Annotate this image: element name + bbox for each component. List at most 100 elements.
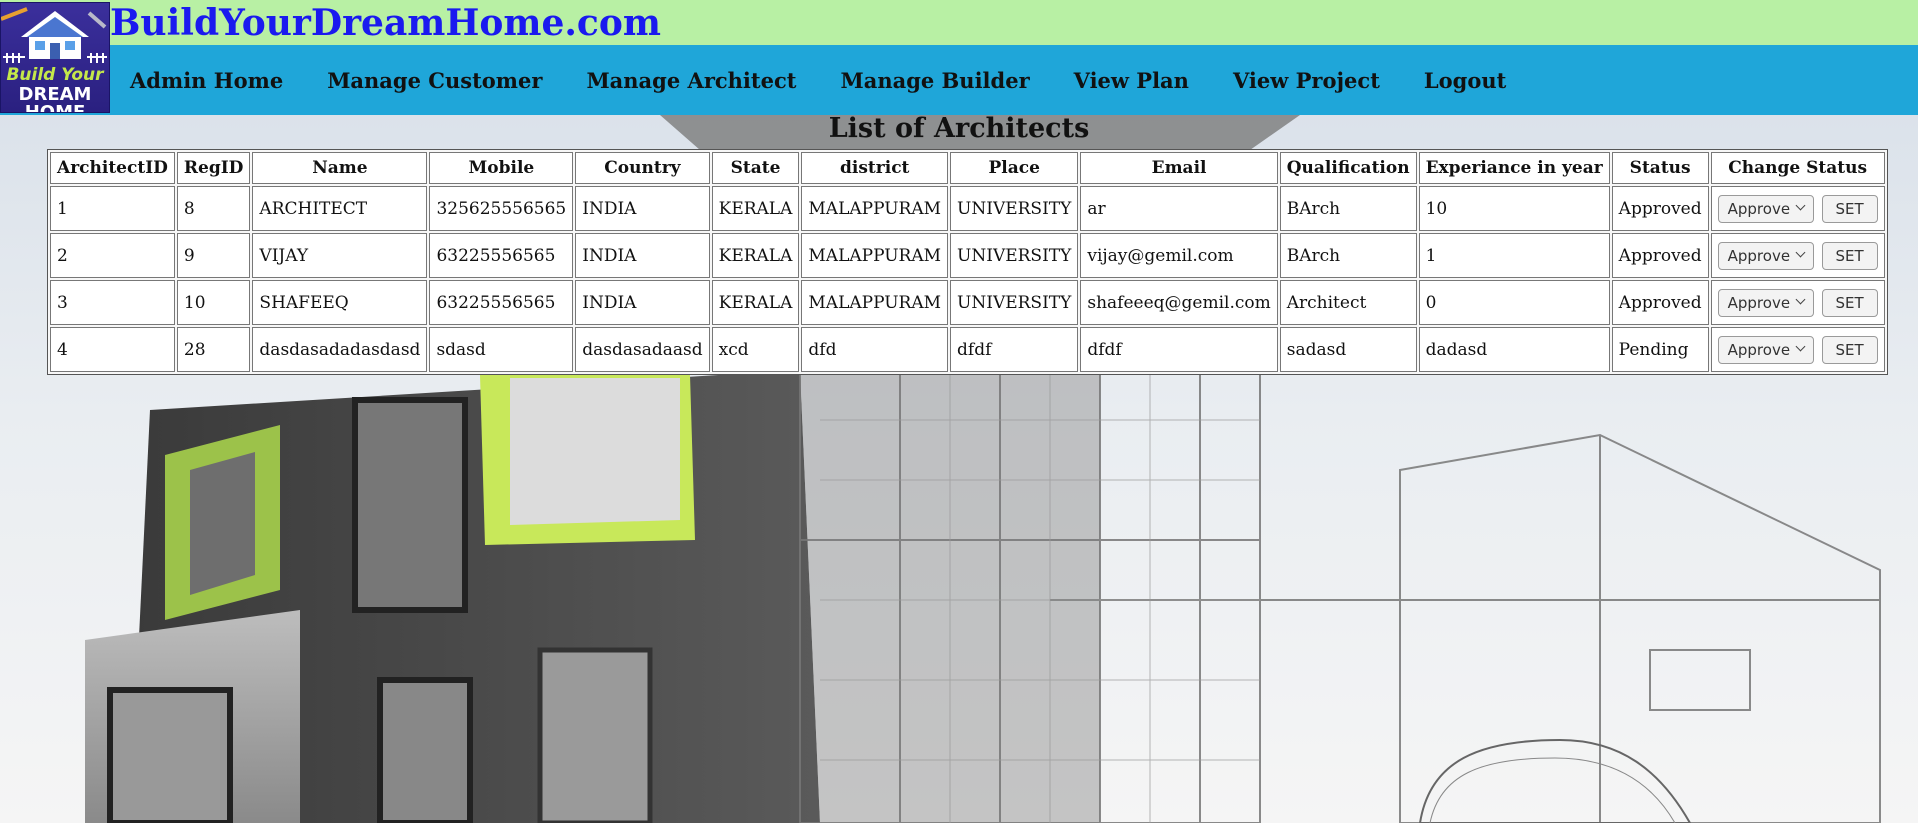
top-banner: BuildYourDreamHome.com <box>0 0 1918 45</box>
nav-item-admin-home[interactable]: Admin Home <box>130 68 283 93</box>
cell-architect-id: 2 <box>50 233 175 278</box>
status-select-value: Approve <box>1727 293 1791 312</box>
house-icon <box>1 7 107 63</box>
cell-reg-id: 9 <box>176 233 251 278</box>
logo-text-line2: DREAM HOME <box>18 84 92 113</box>
cell-mobile: sdasd <box>429 327 574 372</box>
nav-item-view-plan[interactable]: View Plan <box>1074 68 1189 93</box>
chevron-down-icon <box>1795 341 1806 351</box>
col-header-change-status: Change Status <box>1710 152 1885 184</box>
cell-status: Approved <box>1611 280 1709 325</box>
cell-architect-id: 1 <box>50 186 175 231</box>
cell-change-status: Approve SET <box>1710 327 1885 372</box>
status-select[interactable]: Approve <box>1717 241 1814 270</box>
cell-email: vijay@gemil.com <box>1080 233 1278 278</box>
col-header-architect-id: ArchitectID <box>50 152 175 184</box>
cell-place: UNIVERSITY <box>950 233 1079 278</box>
cell-change-status: Approve SET <box>1710 280 1885 325</box>
chevron-down-icon <box>1795 294 1806 304</box>
cell-reg-id: 28 <box>176 327 251 372</box>
cell-reg-id: 8 <box>176 186 251 231</box>
cell-district: dfd <box>801 327 949 372</box>
nav-item-manage-architect[interactable]: Manage Architect <box>586 68 796 93</box>
cell-state: KERALA <box>711 186 800 231</box>
col-header-qualification: Qualification <box>1279 152 1417 184</box>
cell-country: INDIA <box>575 186 710 231</box>
col-header-name: Name <box>252 152 428 184</box>
nav-item-logout[interactable]: Logout <box>1424 68 1506 93</box>
status-select[interactable]: Approve <box>1717 335 1814 364</box>
col-header-status: Status <box>1611 152 1709 184</box>
cell-architect-id: 3 <box>50 280 175 325</box>
col-header-reg-id: RegID <box>176 152 251 184</box>
cell-status: Pending <box>1611 327 1709 372</box>
cell-status: Approved <box>1611 233 1709 278</box>
col-header-mobile: Mobile <box>429 152 574 184</box>
cell-district: MALAPPURAM <box>801 280 949 325</box>
cell-qualification: Architect <box>1279 280 1417 325</box>
set-button[interactable]: SET <box>1821 241 1878 270</box>
cell-change-status: Approve SET <box>1710 186 1885 231</box>
nav-item-manage-builder[interactable]: Manage Builder <box>840 68 1029 93</box>
set-button[interactable]: SET <box>1821 194 1878 223</box>
cell-email: shafeeeq@gemil.com <box>1080 280 1278 325</box>
status-select-value: Approve <box>1727 340 1791 359</box>
cell-state: xcd <box>711 327 800 372</box>
cell-qualification: BArch <box>1279 233 1417 278</box>
col-header-place: Place <box>950 152 1079 184</box>
cell-mobile: 63225556565 <box>429 280 574 325</box>
page-title: List of Architects <box>828 113 1090 144</box>
table-row: 1 8 ARCHITECT 325625556565 INDIA KERALA … <box>50 186 1885 231</box>
table-row: 4 28 dasdasadadasdasd sdasd dasdasadaasd… <box>50 327 1885 372</box>
cell-place: dfdf <box>950 327 1079 372</box>
col-header-country: Country <box>575 152 710 184</box>
status-select-value: Approve <box>1727 199 1791 218</box>
cell-place: UNIVERSITY <box>950 186 1079 231</box>
cell-state: KERALA <box>711 233 800 278</box>
col-header-district: district <box>801 152 949 184</box>
cell-name: dasdasadadasdasd <box>252 327 428 372</box>
cell-experience: 10 <box>1418 186 1610 231</box>
cell-architect-id: 4 <box>50 327 175 372</box>
cell-district: MALAPPURAM <box>801 233 949 278</box>
cell-state: KERALA <box>711 280 800 325</box>
cell-qualification: sadasd <box>1279 327 1417 372</box>
cell-change-status: Approve SET <box>1710 233 1885 278</box>
status-select-value: Approve <box>1727 246 1791 265</box>
set-button[interactable]: SET <box>1821 335 1878 364</box>
navigation-bar: Admin Home Manage Customer Manage Archit… <box>0 45 1918 115</box>
cell-qualification: BArch <box>1279 186 1417 231</box>
cell-mobile: 63225556565 <box>429 233 574 278</box>
nav-item-view-project[interactable]: View Project <box>1233 68 1380 93</box>
cell-mobile: 325625556565 <box>429 186 574 231</box>
cell-experience: 1 <box>1418 233 1610 278</box>
cell-name: ARCHITECT <box>252 186 428 231</box>
status-select[interactable]: Approve <box>1717 288 1814 317</box>
cell-country: INDIA <box>575 233 710 278</box>
site-logo[interactable]: Build Your DREAM HOME <box>0 2 110 113</box>
cell-reg-id: 10 <box>176 280 251 325</box>
cell-place: UNIVERSITY <box>950 280 1079 325</box>
cell-country: dasdasadaasd <box>575 327 710 372</box>
chevron-down-icon <box>1795 247 1806 257</box>
logo-text-line1: Build Your <box>6 65 104 85</box>
cell-name: VIJAY <box>252 233 428 278</box>
architects-table-container: ArchitectID RegID Name Mobile Country St… <box>47 149 1888 375</box>
cell-name: SHAFEEQ <box>252 280 428 325</box>
col-header-email: Email <box>1080 152 1278 184</box>
col-header-state: State <box>711 152 800 184</box>
cell-email: dfdf <box>1080 327 1278 372</box>
col-header-experience: Experiance in year <box>1418 152 1610 184</box>
status-select[interactable]: Approve <box>1717 194 1814 223</box>
architects-table: ArchitectID RegID Name Mobile Country St… <box>47 149 1888 375</box>
table-row: 3 10 SHAFEEQ 63225556565 INDIA KERALA MA… <box>50 280 1885 325</box>
site-title[interactable]: BuildYourDreamHome.com <box>110 0 661 45</box>
chevron-down-icon <box>1795 200 1806 210</box>
cell-status: Approved <box>1611 186 1709 231</box>
table-header-row: ArchitectID RegID Name Mobile Country St… <box>50 152 1885 184</box>
nav-item-manage-customer[interactable]: Manage Customer <box>327 68 542 93</box>
table-row: 2 9 VIJAY 63225556565 INDIA KERALA MALAP… <box>50 233 1885 278</box>
cell-experience: dadasd <box>1418 327 1610 372</box>
cell-district: MALAPPURAM <box>801 186 949 231</box>
set-button[interactable]: SET <box>1821 288 1878 317</box>
